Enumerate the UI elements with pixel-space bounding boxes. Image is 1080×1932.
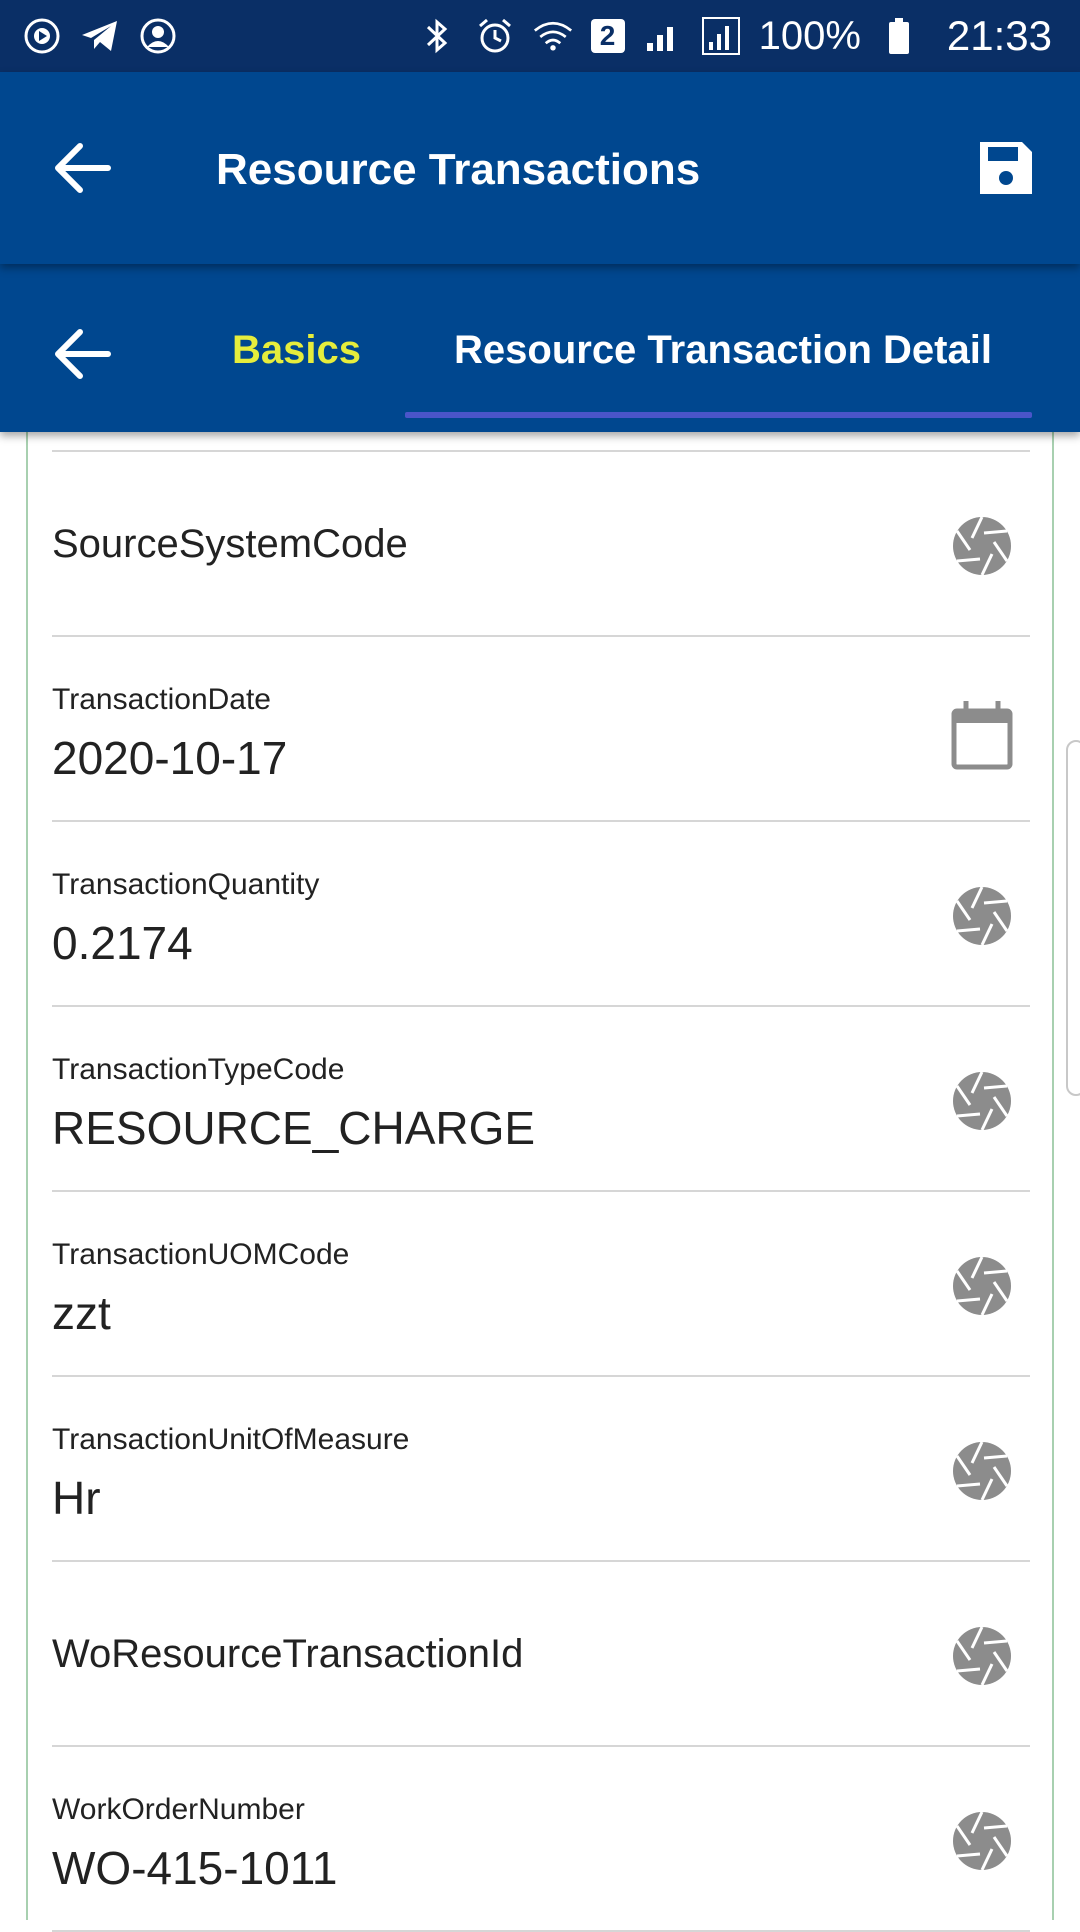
field-work-order-number[interactable]: WorkOrderNumber WO-415-1011 — [52, 1747, 1030, 1932]
aperture-icon[interactable] — [950, 884, 1014, 948]
aperture-icon[interactable] — [950, 514, 1014, 578]
field-transaction-date[interactable]: TransactionDate 2020-10-17 — [52, 637, 1030, 822]
bluetooth-icon — [417, 16, 457, 56]
aperture-icon[interactable] — [950, 1809, 1014, 1873]
field-source-system-code[interactable]: SourceSystemCode — [52, 452, 1030, 637]
field-value: RESOURCE_CHARGE — [52, 1102, 536, 1154]
field-label: TransactionUOMCode — [52, 1238, 350, 1271]
field-transaction-type-code[interactable]: TransactionTypeCode RESOURCE_CHARGE — [52, 1007, 1030, 1192]
aperture-icon[interactable] — [950, 1069, 1014, 1133]
calendar-icon[interactable] — [950, 699, 1014, 770]
field-transaction-quantity[interactable]: TransactionQuantity 0.2174 — [52, 822, 1030, 1007]
field-value: 0.2174 — [52, 917, 193, 969]
wifi-icon — [533, 16, 573, 56]
telegram-icon — [80, 16, 120, 56]
save-icon[interactable] — [976, 138, 1036, 198]
field-transaction-unit-of-measure[interactable]: TransactionUnitOfMeasure Hr — [52, 1377, 1030, 1562]
aperture-icon[interactable] — [950, 1624, 1014, 1688]
app-bar: Resource Transactions — [0, 72, 1080, 264]
sim-badge: 2 — [590, 19, 625, 53]
aperture-icon[interactable] — [950, 1254, 1014, 1318]
field-label: SourceSystemCode — [52, 522, 408, 566]
field-label: TransactionDate — [52, 683, 271, 716]
field-label: TransactionUnitOfMeasure — [52, 1423, 410, 1456]
field-label: WorkOrderNumber — [52, 1793, 305, 1826]
battery-percentage: 100% — [758, 13, 861, 58]
field-label: TransactionQuantity — [52, 868, 320, 901]
tab-active-indicator — [405, 412, 1032, 418]
field-value: 2020-10-17 — [52, 732, 288, 784]
field-wo-resource-transaction-id[interactable]: WoResourceTransactionId — [52, 1562, 1030, 1747]
status-time: 21:33 — [946, 12, 1052, 59]
detail-form: SourceSystemCode TransactionDate 2020-10… — [26, 432, 1054, 1932]
tab-resource-transaction-detail[interactable]: Resource Transaction Detail — [454, 320, 992, 380]
field-label: WoResourceTransactionId — [52, 1632, 524, 1676]
field-value: zzt — [52, 1287, 111, 1339]
field-value: WO-415-1011 — [52, 1842, 338, 1894]
field-transaction-uom-code[interactable]: TransactionUOMCode zzt — [52, 1192, 1030, 1377]
account-circle-icon — [138, 16, 178, 56]
aperture-icon[interactable] — [950, 1439, 1014, 1503]
battery-icon — [879, 16, 919, 56]
page-title: Resource Transactions — [216, 145, 701, 194]
signal-roaming-icon — [701, 16, 741, 56]
status-bar: 2 100% 21:33 — [0, 0, 1080, 72]
field-value: Hr — [52, 1472, 101, 1524]
play-circle-icon — [22, 16, 62, 56]
signal-icon — [643, 16, 683, 56]
edge-scroll-handle[interactable] — [1066, 740, 1080, 1096]
alarm-icon — [475, 16, 515, 56]
back-arrow-icon[interactable] — [52, 138, 116, 198]
field-label: TransactionTypeCode — [52, 1053, 345, 1086]
tab-back-arrow-icon[interactable] — [52, 324, 116, 384]
tab-bar: Basics Resource Transaction Detail — [0, 264, 1080, 432]
tab-basics[interactable]: Basics — [232, 320, 361, 380]
